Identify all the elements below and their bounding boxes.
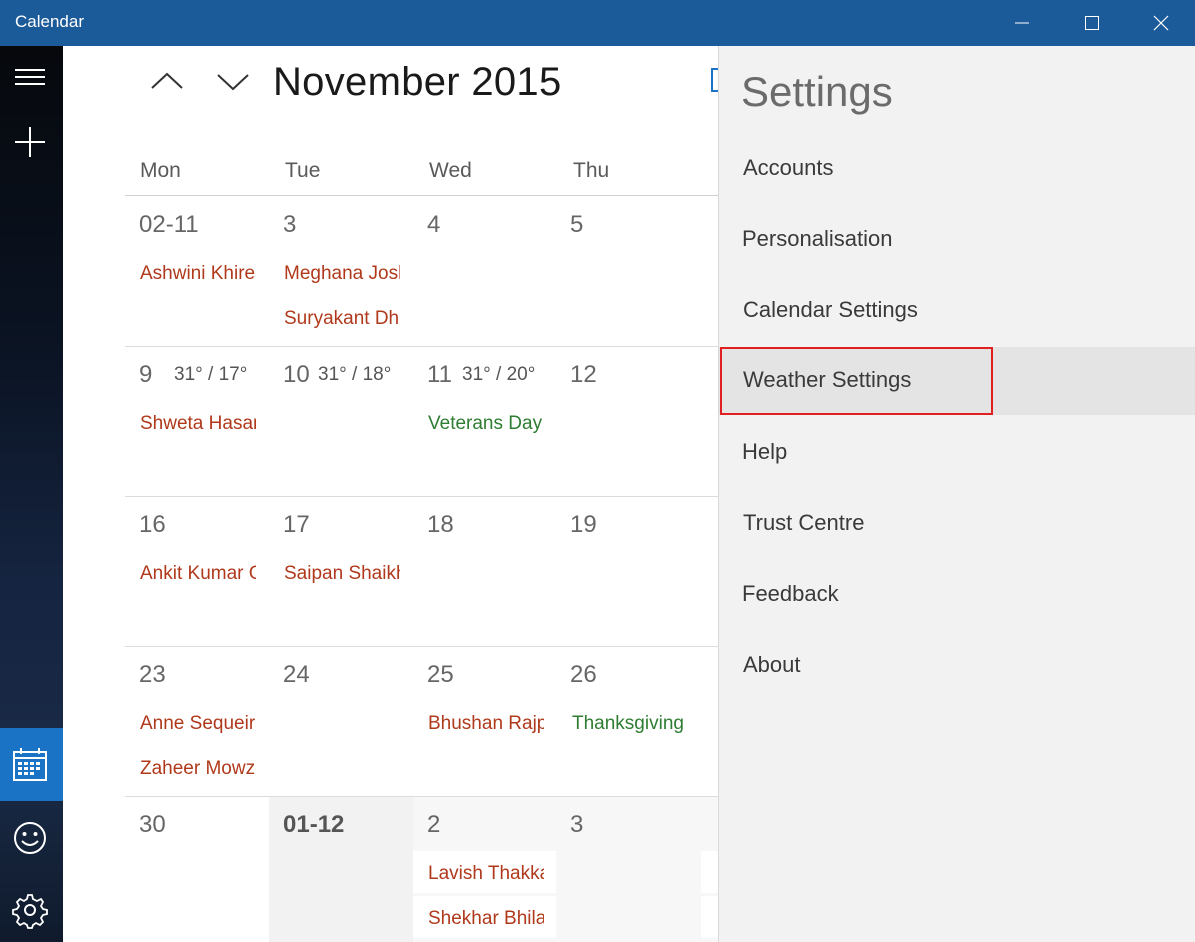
- minimize-icon: [1014, 15, 1030, 31]
- settings-item-trust-centre[interactable]: Trust Centre: [719, 490, 1195, 558]
- weather-temperature: 31° / 18°: [318, 364, 391, 386]
- day-number[interactable]: 23: [139, 661, 166, 689]
- month-title: November 2015: [273, 60, 562, 105]
- previous-month-button[interactable]: [149, 66, 185, 96]
- weather-temperature: 31° / 20°: [462, 364, 535, 386]
- day-number[interactable]: 26: [570, 661, 597, 689]
- holiday-event[interactable]: Veterans Day: [428, 413, 558, 435]
- chevron-up-icon: [149, 66, 185, 96]
- day-number[interactable]: 3: [570, 811, 583, 839]
- settings-item-calendar-settings[interactable]: Calendar Settings: [719, 277, 1195, 345]
- settings-item-label: Personalisation: [742, 226, 892, 252]
- day-number[interactable]: 25: [427, 661, 454, 689]
- day-number[interactable]: 24: [283, 661, 310, 689]
- calendar-event[interactable]: Shweta Hasan: [140, 413, 256, 435]
- day-number[interactable]: 2: [427, 811, 440, 839]
- settings-item-accounts[interactable]: Accounts: [719, 135, 1195, 203]
- calendar-event[interactable]: Ankit Kumar G: [140, 563, 256, 585]
- close-button[interactable]: [1127, 0, 1195, 46]
- hamburger-menu-icon: [12, 64, 48, 100]
- day-number[interactable]: 18: [427, 511, 454, 539]
- navigation-rail: [0, 46, 63, 942]
- settings-item-label: Weather Settings: [743, 367, 911, 393]
- close-icon: [1153, 15, 1169, 31]
- maximize-button[interactable]: [1058, 0, 1126, 46]
- weekday-header-wed: Wed: [429, 159, 472, 183]
- settings-button[interactable]: [0, 874, 63, 942]
- settings-item-feedback[interactable]: Feedback: [719, 561, 1195, 629]
- calendar-event[interactable]: Zaheer Mowze: [140, 758, 256, 780]
- settings-item-about[interactable]: About: [719, 632, 1195, 700]
- holiday-event[interactable]: Thanksgiving: [572, 713, 702, 735]
- minimize-button[interactable]: [988, 0, 1056, 46]
- calendar-icon: [12, 746, 50, 784]
- title-bar: Calendar: [0, 0, 1195, 46]
- week-divider: [125, 496, 718, 497]
- settings-item-help[interactable]: Help: [719, 419, 1195, 487]
- week-divider: [125, 346, 718, 347]
- calendar-event[interactable]: Lavish Thakka: [428, 863, 544, 885]
- day-number[interactable]: 10: [283, 361, 310, 389]
- settings-title: Settings: [741, 68, 893, 116]
- day-number[interactable]: 12: [570, 361, 597, 389]
- day-number[interactable]: 17: [283, 511, 310, 539]
- settings-item-label: Calendar Settings: [743, 297, 918, 323]
- calendar-event[interactable]: Shekhar Bhilar: [428, 908, 544, 930]
- calendar-event[interactable]: Saipan Shaikh: [284, 563, 400, 585]
- today-button-edge[interactable]: [711, 68, 718, 92]
- weekday-header-tue: Tue: [285, 159, 320, 183]
- day-number[interactable]: 19: [570, 511, 597, 539]
- gear-icon: [12, 892, 50, 930]
- day-number[interactable]: 5: [570, 211, 583, 239]
- today-day-number[interactable]: 01-12: [283, 811, 344, 839]
- settings-item-label: Accounts: [743, 155, 834, 181]
- weekday-header-mon: Mon: [140, 159, 181, 183]
- settings-item-label: About: [743, 652, 801, 678]
- calendar-event[interactable]: Bhushan Rajpu: [428, 713, 544, 735]
- plus-icon: [12, 124, 48, 160]
- smiley-icon: [12, 820, 50, 858]
- settings-item-label: Trust Centre: [743, 510, 864, 536]
- calendar-event[interactable]: Suryakant Dha: [284, 308, 400, 330]
- maximize-icon: [1084, 15, 1100, 31]
- next-month-button[interactable]: [215, 66, 251, 96]
- day-number[interactable]: 4: [427, 211, 440, 239]
- window-title: Calendar: [15, 12, 84, 32]
- header-divider: [125, 195, 718, 196]
- event-chip-partial[interactable]: [701, 896, 718, 938]
- event-chip-partial[interactable]: [701, 851, 718, 893]
- weather-temperature: 31° / 17°: [174, 364, 247, 386]
- calendar-event[interactable]: Meghana Josh: [284, 263, 400, 285]
- settings-item-weather-settings[interactable]: Weather Settings: [719, 347, 1195, 415]
- calendar-event[interactable]: Anne Sequeira: [140, 713, 256, 735]
- day-number[interactable]: 16: [139, 511, 166, 539]
- day-number[interactable]: 3: [283, 211, 296, 239]
- weekday-header-thu: Thu: [573, 159, 609, 183]
- settings-item-personalisation[interactable]: Personalisation: [719, 206, 1195, 274]
- day-number[interactable]: 02-11: [139, 211, 199, 239]
- settings-item-label: Feedback: [742, 581, 839, 607]
- new-event-button[interactable]: [0, 106, 63, 178]
- chevron-down-icon: [215, 66, 251, 96]
- day-number[interactable]: 11: [427, 361, 452, 389]
- settings-item-label: Help: [742, 439, 787, 465]
- calendar-event[interactable]: Ashwini Khire-: [140, 263, 256, 285]
- feedback-smiley-button[interactable]: [0, 802, 63, 874]
- calendar-month-view: November 2015 Mon Tue Wed Thu 02-11 Ashw…: [63, 46, 718, 942]
- settings-pane: Settings Accounts Personalisation Calend…: [718, 46, 1195, 942]
- week-divider: [125, 646, 718, 647]
- day-number[interactable]: 30: [139, 811, 166, 839]
- week-divider: [125, 796, 718, 797]
- calendar-view-button[interactable]: [0, 728, 63, 801]
- day-number[interactable]: 9: [139, 361, 152, 389]
